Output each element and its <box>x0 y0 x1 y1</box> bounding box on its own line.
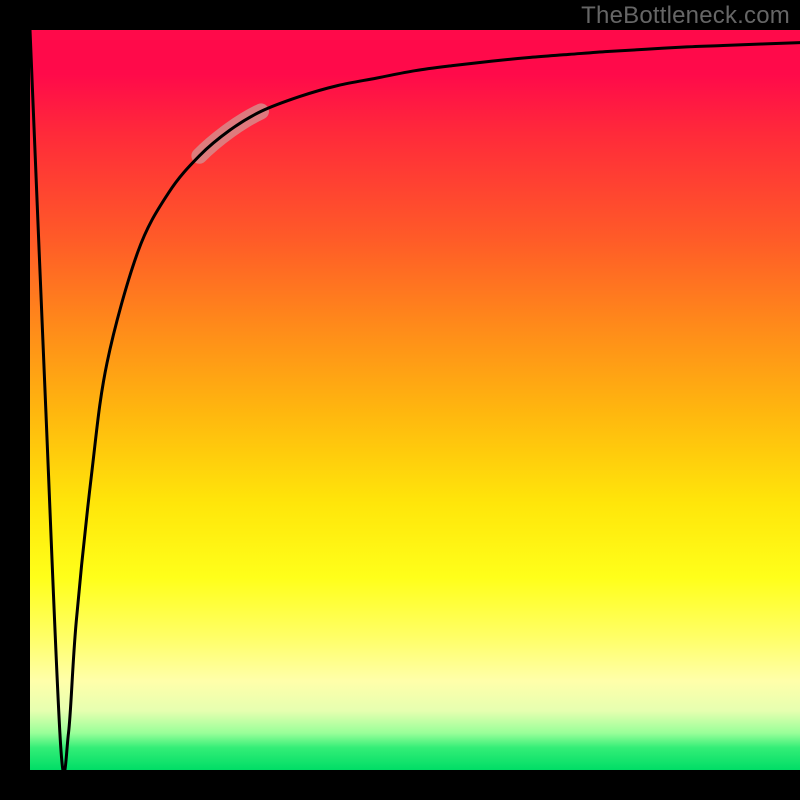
curve-layer <box>30 30 800 770</box>
chart-frame: TheBottleneck.com <box>0 0 800 800</box>
bottleneck-curve <box>30 30 800 770</box>
highlight-segment <box>199 111 261 155</box>
plot-area <box>30 30 800 770</box>
watermark-text: TheBottleneck.com <box>581 2 790 30</box>
